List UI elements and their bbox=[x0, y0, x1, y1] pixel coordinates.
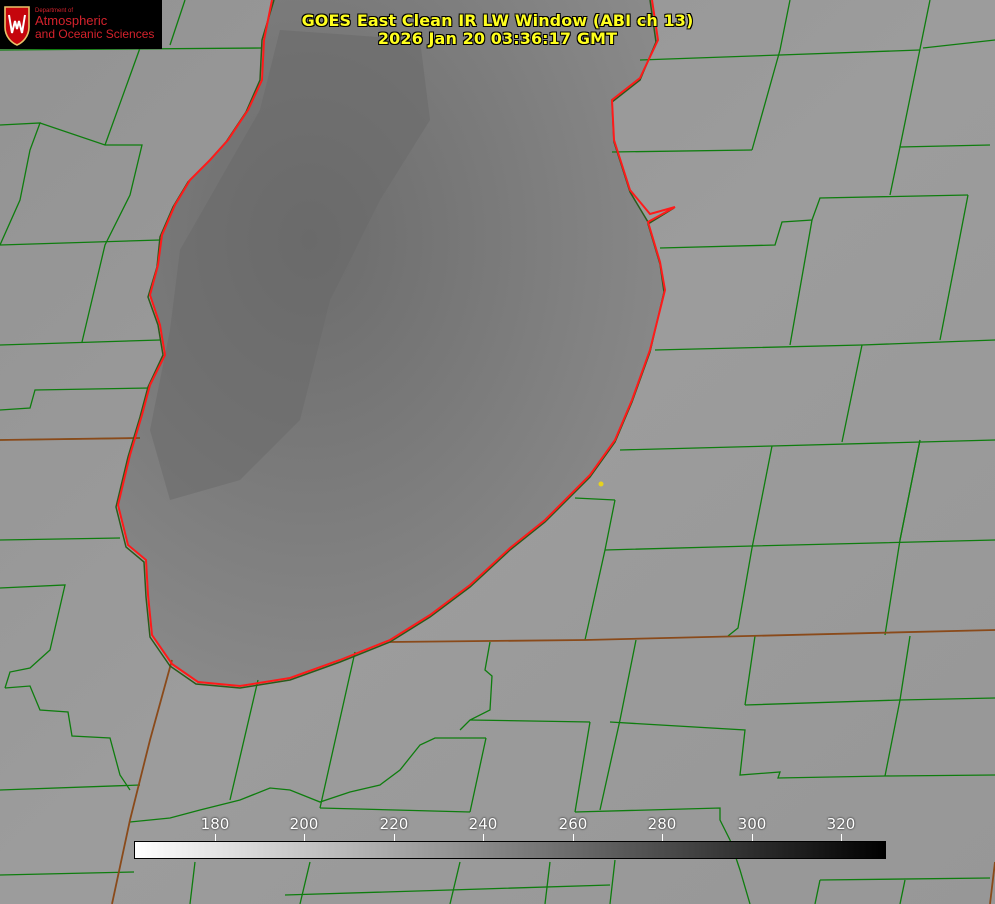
colorbar-tick-label: 240 bbox=[468, 815, 498, 833]
temperature-colorbar bbox=[134, 841, 886, 859]
image-timestamp: 2026 Jan 20 03:36:17 GMT bbox=[377, 29, 618, 48]
colorbar-tick-label: 200 bbox=[289, 815, 319, 833]
colorbar-tick-mark bbox=[483, 834, 484, 841]
colorbar-tick-mark bbox=[841, 834, 842, 841]
station-marker bbox=[598, 481, 604, 487]
image-title: GOES East Clean IR LW Window (ABI ch 13) bbox=[301, 11, 694, 30]
colorbar-tick-label: 300 bbox=[737, 815, 767, 833]
colorbar-tick-mark bbox=[662, 834, 663, 841]
satellite-map bbox=[0, 0, 995, 904]
colorbar-tick-label: 320 bbox=[826, 815, 856, 833]
colorbar-tick-label: 220 bbox=[379, 815, 409, 833]
colorbar-tick-mark bbox=[394, 834, 395, 841]
satellite-image-viewer: Department of Atmospheric and Oceanic Sc… bbox=[0, 0, 995, 904]
colorbar-tick-mark bbox=[304, 834, 305, 841]
colorbar-tick-mark bbox=[752, 834, 753, 841]
colorbar-tick-label: 260 bbox=[558, 815, 588, 833]
colorbar-tick-label: 280 bbox=[647, 815, 677, 833]
colorbar-tick-label: 180 bbox=[200, 815, 230, 833]
colorbar-tick-mark bbox=[215, 834, 216, 841]
colorbar-tick-mark bbox=[573, 834, 574, 841]
